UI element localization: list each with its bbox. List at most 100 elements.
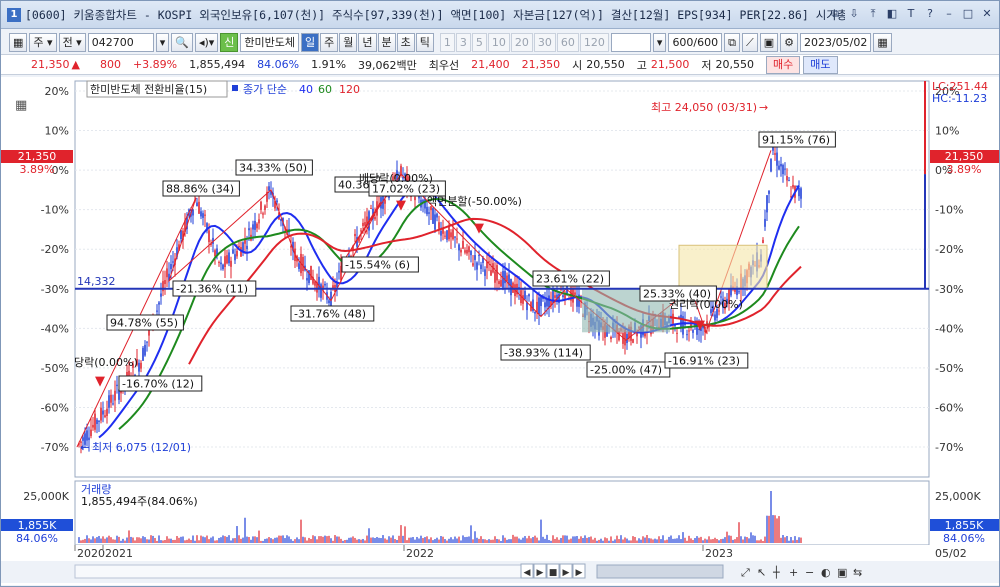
stock-code-input[interactable]: 042700: [87, 32, 154, 52]
volume-bar: [652, 539, 654, 543]
volume-bar: [610, 536, 612, 543]
window-button-8[interactable]: ✕: [979, 5, 995, 23]
y-tick-left: -60%: [41, 401, 69, 414]
y-tick-right: -70%: [935, 441, 963, 454]
event-e3: 액면분할(-50.00%): [427, 195, 522, 208]
volume-bar: [584, 535, 586, 543]
volume-bar: [362, 538, 364, 543]
interval-input[interactable]: [610, 32, 651, 52]
volume: 1,855,494: [189, 58, 246, 71]
volume-bar: [486, 540, 488, 543]
candle-body: [798, 187, 800, 197]
sell-button[interactable]: 매도: [803, 55, 838, 74]
save-icon[interactable]: ▣: [759, 32, 779, 52]
x-tick-right: 05/02: [935, 547, 967, 560]
volume-bar: [432, 540, 434, 543]
price-chart[interactable]: 20% 20%10% 10%0% 0%-10% -10%-20% -20%-30% -30%…: [1, 77, 999, 585]
market-select[interactable]: 주 ▾: [29, 32, 57, 52]
interval-button-120[interactable]: 120: [579, 32, 609, 52]
volume-bar: [666, 539, 668, 543]
volume-bar: [274, 537, 276, 543]
volume-bar: [426, 536, 428, 543]
volume-bar: [664, 540, 666, 543]
volume-bar: [800, 537, 802, 543]
candle-body: [432, 208, 434, 224]
volume-bar: [512, 534, 514, 543]
candle-body: [246, 245, 248, 250]
period-tab-6[interactable]: 틱: [415, 32, 434, 52]
interval-button-1[interactable]: 1: [439, 32, 455, 52]
period-tab-1[interactable]: 주: [320, 32, 339, 52]
volume-bar: [266, 538, 268, 543]
annotation-a15: 91.15% (76): [762, 134, 830, 147]
candle-body: [504, 271, 506, 284]
type-select[interactable]: 전 ▾: [58, 32, 86, 52]
interval-button-10[interactable]: 10: [487, 32, 510, 52]
candle-body: [94, 413, 96, 430]
window-button-5[interactable]: ?: [922, 5, 938, 23]
code-dropdown-icon[interactable]: ▾: [155, 32, 170, 52]
volume-bar: [648, 538, 650, 543]
period-tab-5[interactable]: 초: [396, 32, 415, 52]
indicator-icon[interactable]: ⧉: [724, 32, 740, 52]
volume-bar: [698, 537, 700, 543]
volume-bar: [312, 535, 314, 543]
volume-bar: [488, 539, 490, 543]
interval-button-20[interactable]: 20: [510, 32, 533, 52]
chart-area[interactable]: 20% 20% 10% 10% 0% 0% -10% -10% -20% -20% -30% -30%…: [1, 77, 999, 585]
gear-icon[interactable]: ⚙: [780, 32, 798, 52]
volume-bar: [304, 537, 306, 543]
volume-bar: [112, 539, 114, 543]
candle-body: [160, 293, 162, 297]
volume-bar: [674, 538, 676, 543]
window-button-7[interactable]: □: [960, 5, 976, 23]
grid-menu-icon[interactable]: ▦: [9, 32, 28, 52]
event-arrow-4: ▼: [695, 318, 705, 333]
search-icon[interactable]: 🔍: [171, 32, 193, 52]
volume-bar: [202, 536, 204, 543]
y-tick-left: -70%: [41, 441, 69, 454]
volume-bar: [706, 539, 708, 543]
window-button-2[interactable]: ⤒: [865, 5, 881, 23]
speaker-icon[interactable]: ◂)▾: [194, 32, 219, 52]
calendar-icon[interactable]: ▦: [873, 32, 892, 52]
y-tick-left: -30%: [41, 283, 69, 296]
period-tab-0[interactable]: 일: [301, 32, 320, 52]
window-button-6[interactable]: –: [941, 5, 957, 23]
period-tab-3[interactable]: 년: [358, 32, 377, 52]
volume-bar: [444, 539, 446, 543]
overlay-icon[interactable]: ⟋: [742, 32, 758, 52]
right-pct: 3.89%: [947, 163, 982, 176]
candle-body: [610, 337, 612, 340]
volume-bar: [596, 540, 598, 543]
right-volume: 1,855K: [945, 519, 984, 532]
candle-body: [478, 255, 480, 257]
candle-body: [98, 420, 100, 422]
window-button-0[interactable]: ⧉: [827, 5, 843, 23]
window-button-4[interactable]: T: [903, 5, 919, 23]
interval-buttons: 1 3 5 10 20 30 60 120: [439, 32, 609, 52]
volume-bar: [174, 539, 176, 543]
volume-bar: [534, 535, 536, 543]
candle-body: [276, 200, 278, 203]
volume-bar: [500, 540, 502, 543]
period-tab-4[interactable]: 분: [377, 32, 396, 52]
candle-body: [438, 222, 440, 229]
count-input[interactable]: 600/600: [668, 32, 723, 52]
interval-button-60[interactable]: 60: [556, 32, 579, 52]
interval-button-30[interactable]: 30: [533, 32, 556, 52]
volume-bar: [154, 537, 156, 543]
interval-dropdown-icon[interactable]: ▾: [652, 32, 667, 52]
volume-bar: [632, 536, 634, 543]
candle-body: [172, 261, 174, 263]
date-input[interactable]: 2023/05/02: [799, 32, 872, 52]
interval-button-3[interactable]: 3: [455, 32, 471, 52]
volume-bar: [414, 539, 416, 543]
interval-button-5[interactable]: 5: [471, 32, 487, 52]
period-tab-2[interactable]: 월: [339, 32, 358, 52]
window-button-1[interactable]: ⇩: [846, 5, 862, 23]
y-tick-left: -20%: [41, 243, 69, 256]
buy-button[interactable]: 매수: [766, 55, 801, 74]
candle-body: [456, 238, 458, 240]
window-button-3[interactable]: ◧: [884, 5, 900, 23]
